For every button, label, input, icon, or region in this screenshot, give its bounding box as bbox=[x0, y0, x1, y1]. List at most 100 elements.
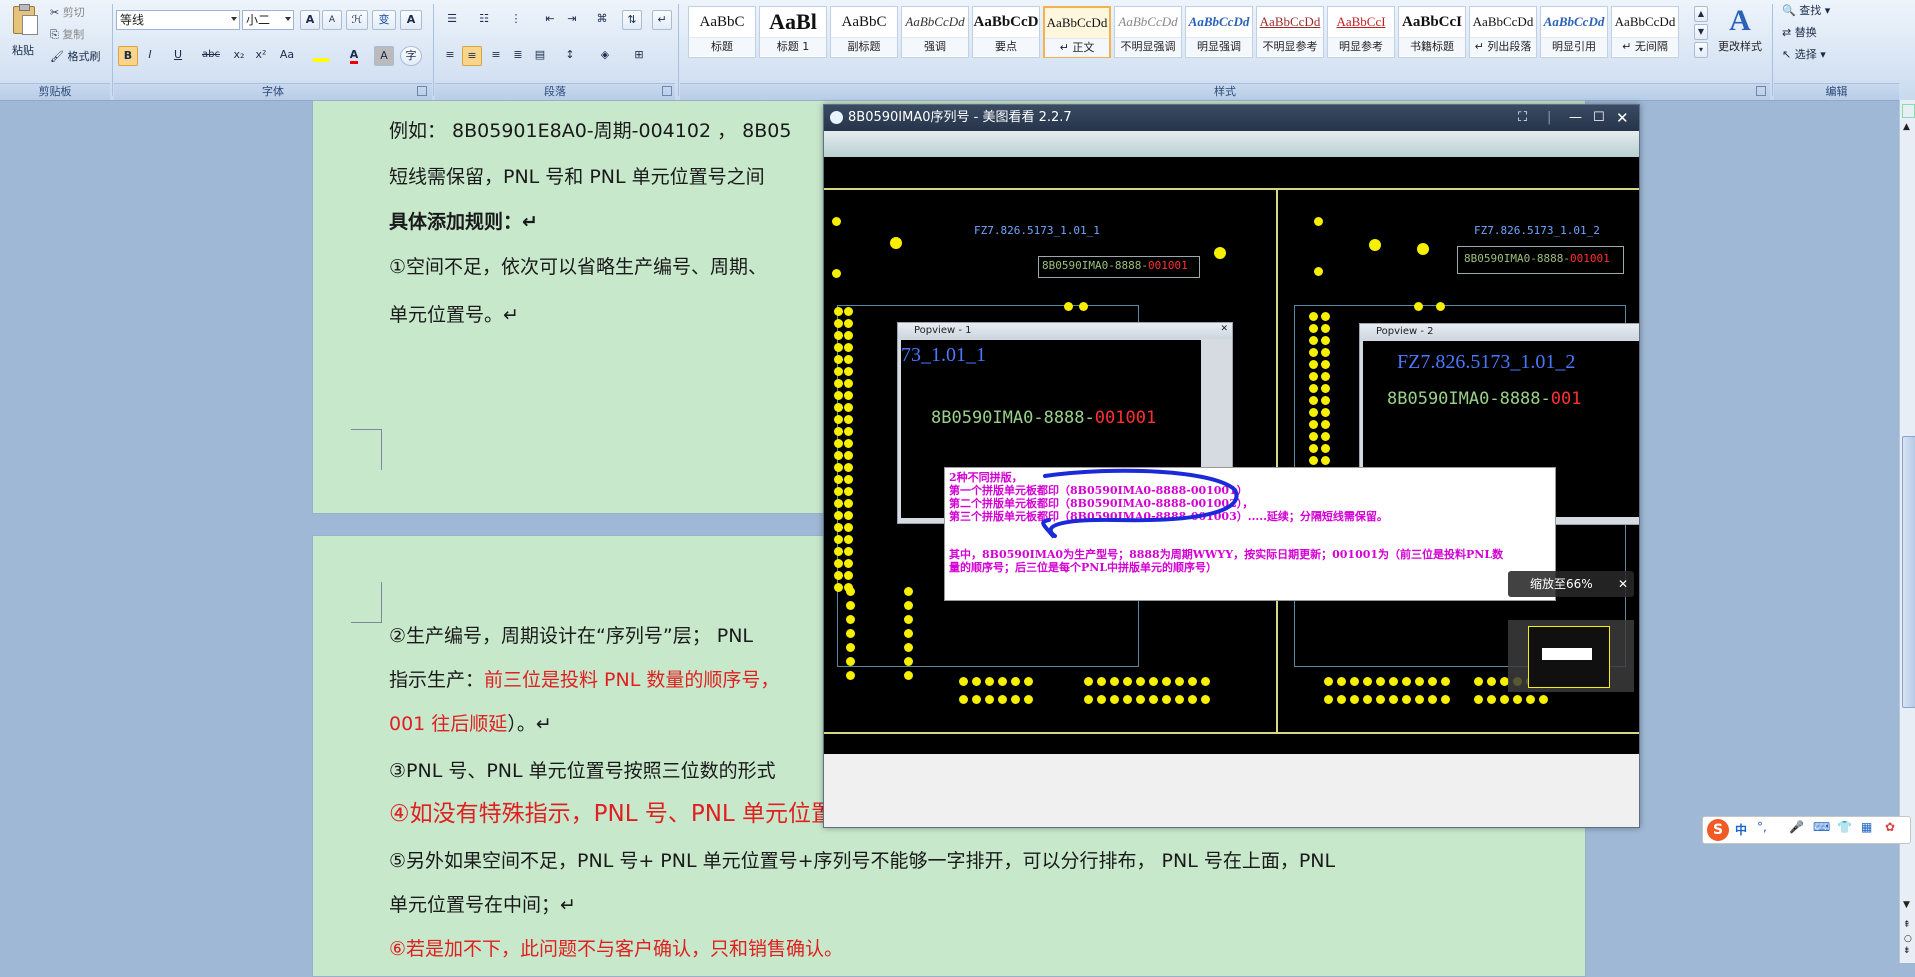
change-styles-button[interactable]: A 更改样式 bbox=[1712, 4, 1768, 68]
doc-line[interactable]: 单元位置号在中间；↵ bbox=[389, 892, 576, 918]
justify-button[interactable]: ≣ bbox=[508, 46, 528, 66]
ime-toolbar[interactable]: S 中 °, 🎤 ⌨ 👕 ▦ ✿ bbox=[1702, 816, 1911, 844]
prev-page-icon[interactable]: ⇞ bbox=[1903, 920, 1911, 930]
chinese-layout-button[interactable]: ⌘ bbox=[588, 10, 616, 30]
doc-line-red[interactable]: ④如没有特殊指示，PNL 号、PNL 单元位置号 bbox=[389, 801, 857, 827]
shrink-font-button[interactable]: A bbox=[322, 10, 342, 30]
distribute-button[interactable]: ▤ bbox=[530, 46, 550, 66]
doc-line[interactable]: 001 往后顺延）。↵ bbox=[389, 711, 552, 737]
doc-line[interactable]: 具体添加规则：↵ bbox=[389, 209, 538, 235]
pcb-pin bbox=[832, 269, 841, 278]
cut-button[interactable]: ✂ 剪切 bbox=[50, 4, 85, 20]
doc-line[interactable]: 单元位置号。↵ bbox=[389, 302, 519, 328]
format-painter-button[interactable]: 🖌 格式刷 bbox=[50, 48, 100, 64]
style-item[interactable]: AaBbCcDd ↵ 列出段落 bbox=[1469, 6, 1537, 58]
italic-button[interactable]: I bbox=[140, 46, 160, 66]
multilevel-list-button[interactable]: ⋮ bbox=[502, 10, 530, 30]
font-name-combo[interactable]: 等线 bbox=[116, 10, 240, 30]
dialog-launcher-icon[interactable] bbox=[1756, 86, 1766, 96]
navigator-thumbnail[interactable] bbox=[1508, 620, 1634, 692]
dialog-launcher-icon[interactable] bbox=[417, 86, 427, 96]
style-item[interactable]: AaBbCcI 明显参考 bbox=[1327, 6, 1395, 58]
bullets-button[interactable]: ☰ bbox=[438, 10, 466, 30]
bold-button[interactable]: B bbox=[118, 46, 138, 66]
font-color-button[interactable]: A bbox=[340, 46, 368, 66]
subscript-button[interactable]: x₂ bbox=[228, 46, 250, 66]
numbering-button[interactable]: ☷ bbox=[470, 10, 498, 30]
borders-button[interactable]: ⊞ bbox=[624, 46, 654, 66]
style-item[interactable]: AaBbC 标题 bbox=[688, 6, 756, 58]
scroll-up-icon[interactable]: ▲ bbox=[1903, 122, 1910, 132]
gallery-scroll-up[interactable]: ▲ bbox=[1694, 6, 1708, 22]
doc-line[interactable]: 指示生产：前三位是投料 PNL 数量的顺序号， bbox=[389, 667, 779, 693]
gallery-scroll-down[interactable]: ▼ bbox=[1694, 24, 1708, 40]
doc-line[interactable]: ①空间不足，依次可以省略生产编号、周期、 bbox=[389, 254, 767, 280]
decrease-indent-button[interactable]: ⇤ bbox=[540, 10, 560, 30]
style-item[interactable]: AaBbCcDd ↵ 无间隔 bbox=[1611, 6, 1679, 58]
scroll-thumb[interactable] bbox=[1902, 436, 1915, 708]
paste-button[interactable]: 粘贴 bbox=[6, 4, 40, 68]
style-item[interactable]: AaBbC 副标题 bbox=[830, 6, 898, 58]
style-item[interactable]: AaBbCcI 书籍标题 bbox=[1398, 6, 1466, 58]
doc-line[interactable]: 短线需保留，PNL 号和 PNL 单元位置号之间 bbox=[389, 164, 765, 190]
viewer-titlebar[interactable]: 8B0590IMA0序列号 - 美图看看 2.2.7 ⛶ | — ☐ ✕ bbox=[824, 105, 1639, 131]
change-case-button[interactable]: Aa bbox=[274, 46, 300, 66]
increase-indent-button[interactable]: ⇥ bbox=[562, 10, 582, 30]
keyboard-icon[interactable]: ⌨ bbox=[1813, 820, 1830, 834]
browse-object-icon[interactable]: ○ bbox=[1904, 934, 1912, 944]
clear-format-button[interactable]: ℋ bbox=[346, 10, 368, 30]
superscript-button[interactable]: x² bbox=[250, 46, 272, 66]
highlight-button[interactable] bbox=[306, 46, 336, 66]
skin-icon[interactable]: 👕 bbox=[1837, 820, 1852, 834]
close-icon[interactable]: ✕ bbox=[1618, 571, 1628, 597]
minimize-icon[interactable]: — bbox=[1569, 105, 1582, 131]
align-right-button[interactable]: ≡ bbox=[486, 46, 506, 66]
style-item[interactable]: AaBl 标题 1 bbox=[759, 6, 827, 58]
style-item[interactable]: AaBbCcDd 不明显参考 bbox=[1256, 6, 1324, 58]
gallery-more[interactable]: ▾ bbox=[1694, 42, 1708, 58]
doc-line-red[interactable]: ⑥若是加不下，此问题不与客户确认，只和销售确认。 bbox=[389, 936, 843, 962]
enclose-char-button[interactable]: 字 bbox=[400, 46, 422, 66]
microphone-icon[interactable]: 🎤 bbox=[1789, 820, 1804, 834]
char-shading-button[interactable]: A bbox=[374, 46, 394, 66]
strikethrough-button[interactable]: abc bbox=[196, 46, 226, 66]
style-item[interactable]: AaBbCcDd 明显强调 bbox=[1185, 6, 1253, 58]
close-icon[interactable]: ✕ bbox=[1616, 105, 1629, 131]
find-button[interactable]: 🔍 查找 ▾ bbox=[1782, 2, 1830, 18]
close-icon[interactable]: ✕ bbox=[1220, 324, 1228, 334]
show-marks-button[interactable]: ↵ bbox=[652, 10, 672, 30]
align-center-button[interactable]: ≡ bbox=[462, 46, 482, 66]
align-left-button[interactable]: ≡ bbox=[440, 46, 460, 66]
toolbox-icon[interactable]: ▦ bbox=[1861, 820, 1872, 834]
doc-line[interactable]: ③PNL 号、PNL 单元位置号按照三位数的形式 bbox=[389, 758, 776, 784]
doc-line[interactable]: ⑤另外如果空间不足，PNL 号+ PNL 单元位置号+序列号不能够一字排开，可以… bbox=[389, 848, 1335, 874]
font-size-combo[interactable]: 小二 bbox=[242, 10, 294, 30]
tools-icon[interactable]: ✿ bbox=[1885, 820, 1895, 834]
dialog-launcher-icon[interactable] bbox=[662, 86, 672, 96]
char-border-button[interactable]: A bbox=[400, 10, 422, 30]
style-item[interactable]: AaBbCcD 要点 bbox=[972, 6, 1040, 58]
style-label: 书籍标题 bbox=[1399, 37, 1465, 56]
punctuation-icon[interactable]: °, bbox=[1757, 820, 1767, 834]
scroll-down-icon[interactable]: ▼ bbox=[1903, 900, 1910, 910]
ruler-toggle-icon[interactable] bbox=[1902, 104, 1915, 118]
style-item[interactable]: AaBbCcDd ↵ 正文 bbox=[1043, 6, 1111, 58]
ime-language[interactable]: 中 bbox=[1735, 821, 1747, 838]
style-item[interactable]: AaBbCcDd 强调 bbox=[901, 6, 969, 58]
underline-button[interactable]: U bbox=[164, 46, 192, 66]
sort-button[interactable]: ⇅ bbox=[622, 10, 642, 30]
maximize-icon[interactable]: ☐ bbox=[1593, 105, 1605, 131]
doc-line[interactable]: 例如： 8B05901E8A0-周期-004102 ， 8B05 bbox=[389, 118, 791, 144]
style-item[interactable]: AaBbCcDd 明显引用 bbox=[1540, 6, 1608, 58]
doc-line[interactable]: ②生产编号，周期设计在“序列号”层； PNL bbox=[389, 623, 753, 649]
shading-button[interactable]: ◈ bbox=[590, 46, 620, 66]
grow-font-button[interactable]: A bbox=[300, 10, 320, 30]
style-item[interactable]: AaBbCcDd 不明显强调 bbox=[1114, 6, 1182, 58]
line-spacing-button[interactable]: ↕ bbox=[556, 46, 584, 66]
fullscreen-icon[interactable]: ⛶ bbox=[1518, 105, 1527, 131]
next-page-icon[interactable]: ⇟ bbox=[1903, 946, 1911, 956]
copy-button[interactable]: ⎘ 复制 bbox=[50, 26, 84, 42]
select-button[interactable]: ↖ 选择 ▾ bbox=[1782, 46, 1826, 62]
replace-button[interactable]: ⇄ 替换 bbox=[1782, 24, 1817, 40]
phonetic-button[interactable]: 变 bbox=[372, 10, 396, 30]
